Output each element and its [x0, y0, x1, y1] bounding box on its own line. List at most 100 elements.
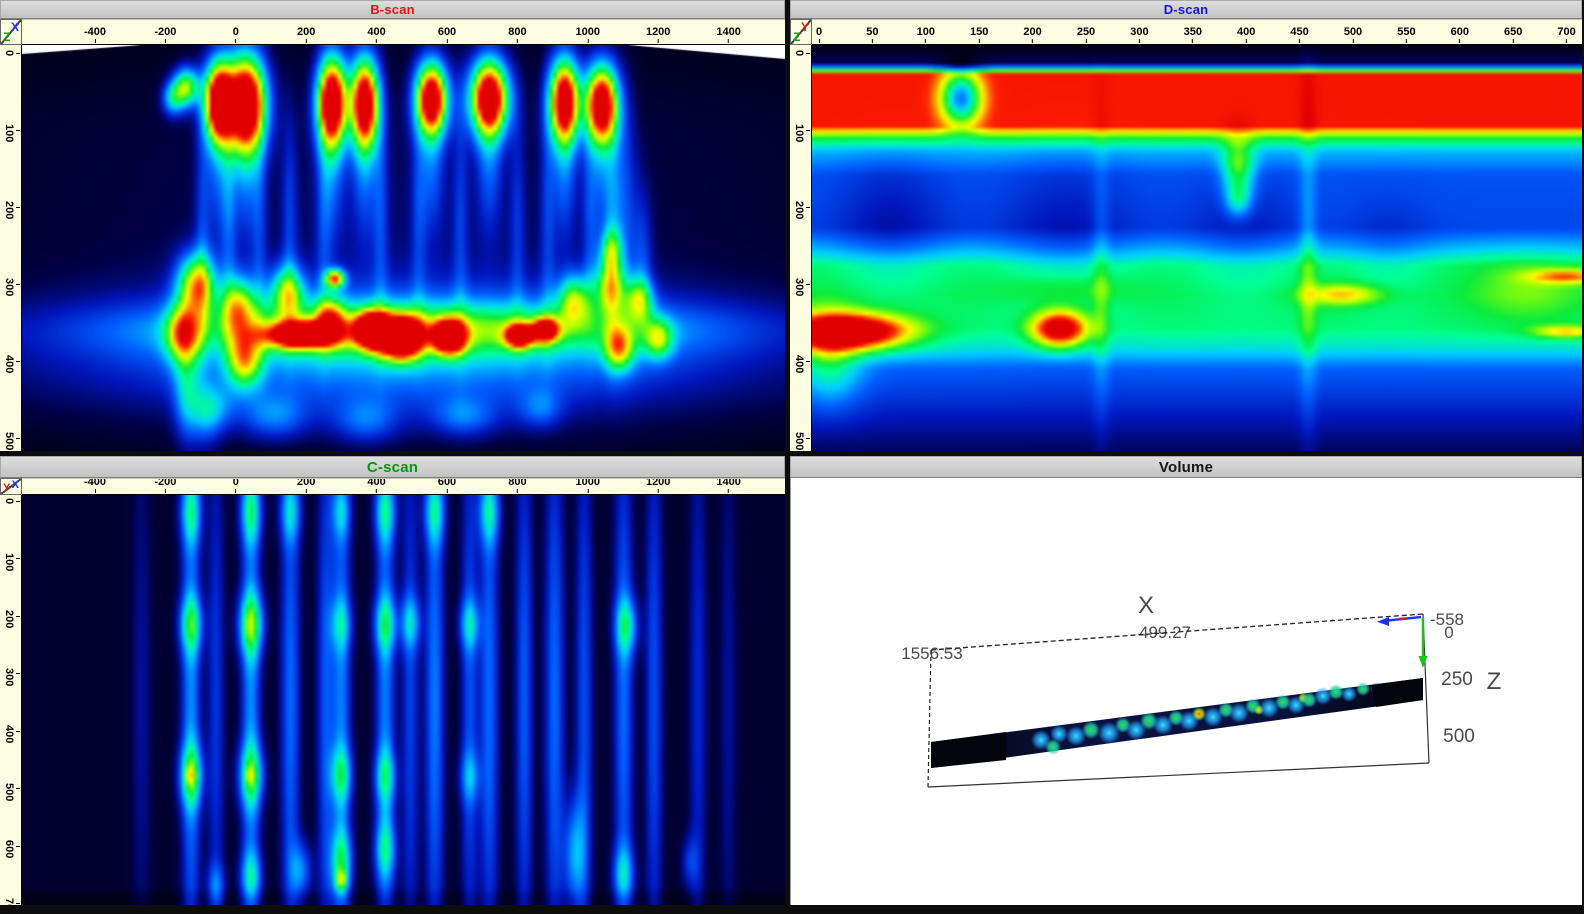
ruler-tick: 400	[367, 26, 385, 43]
tick-label: 400	[3, 725, 15, 737]
tick-label: 0	[233, 478, 239, 488]
volume-box-left-edge	[928, 650, 931, 787]
volume-x-axis-label: X	[1138, 592, 1154, 619]
window-bottom-edge	[0, 905, 1584, 914]
tick-mark	[872, 39, 873, 43]
horizontal-splitter[interactable]	[0, 451, 1584, 456]
tick-label: 250	[1077, 26, 1095, 38]
tick-label: 1200	[646, 478, 670, 488]
tick-mark	[806, 53, 810, 54]
tick-label: 500	[793, 432, 805, 444]
ruler-tick: 500	[3, 783, 20, 795]
tick-mark	[16, 53, 20, 54]
ruler-tick: 400	[3, 355, 20, 367]
tick-mark	[1139, 39, 1140, 43]
tick-label: 0	[3, 495, 15, 507]
ruler-tick: 400	[1237, 26, 1255, 43]
tick-label: 0	[793, 47, 805, 59]
tick-mark	[806, 438, 810, 439]
ruler-tick: 150	[970, 26, 988, 43]
tick-mark	[16, 207, 20, 208]
tick-label: 1000	[576, 26, 600, 38]
tick-label: 0	[233, 26, 239, 38]
tick-label: 0	[3, 47, 15, 59]
tick-label: 550	[1397, 26, 1415, 38]
tick-label: 150	[970, 26, 988, 38]
dscan-axis-corner[interactable]: Y Z	[790, 19, 812, 45]
tick-label: 800	[508, 26, 526, 38]
tick-label: 1400	[716, 26, 740, 38]
tick-mark	[16, 284, 20, 285]
tick-label: 600	[3, 840, 15, 852]
cscan-vertical-ruler[interactable]: 0100200300400500600700	[0, 495, 22, 905]
tick-label: 100	[3, 124, 15, 136]
dscan-horizontal-ruler[interactable]: 0501001502002503003504004505005506006507…	[812, 19, 1582, 45]
ruler-tick: 1200	[646, 478, 670, 493]
tick-label: 300	[3, 668, 15, 680]
ruler-tick: 1400	[716, 26, 740, 43]
tick-mark	[16, 788, 20, 789]
tick-mark	[16, 616, 20, 617]
ruler-tick: -400	[84, 26, 106, 43]
bscan-axis-corner[interactable]: X Z	[0, 19, 22, 45]
dscan-heatmap[interactable]	[812, 45, 1582, 451]
tick-label: 400	[1237, 26, 1255, 38]
tick-label: 700	[3, 898, 15, 906]
tick-label: 1000	[576, 478, 600, 488]
tick-mark	[16, 558, 20, 559]
ruler-tick: 600	[438, 26, 456, 43]
tick-mark	[1406, 39, 1407, 43]
tick-mark	[517, 39, 518, 43]
bscan-vertical-ruler[interactable]: 0100200300400500	[0, 45, 22, 451]
dscan-titlebar: D-scan	[790, 0, 1582, 19]
tick-mark	[446, 39, 447, 43]
ruler-tick: 500	[1344, 26, 1362, 43]
dscan-vertical-ruler[interactable]: 0100200300400500	[790, 45, 812, 451]
tick-label: 400	[367, 26, 385, 38]
ruler-tick: 400	[367, 478, 385, 493]
bscan-heatmap[interactable]	[22, 45, 785, 451]
tick-label: 500	[3, 432, 15, 444]
bscan-titlebar: B-scan	[0, 0, 785, 19]
tick-label: 300	[1130, 26, 1148, 38]
bscan-panel: B-scan X Z -400-200020040060080010001200…	[0, 0, 785, 451]
dscan-title: D-scan	[1164, 2, 1209, 17]
bscan-horizontal-ruler[interactable]: -400-2000200400600800100012001400	[22, 19, 785, 45]
volume-blob	[1045, 739, 1061, 755]
tick-label: 200	[3, 201, 15, 213]
volume-z-min-label: 0	[1444, 623, 1453, 642]
volume-titlebar: Volume	[790, 456, 1582, 478]
tick-label: 300	[793, 278, 805, 290]
ruler-tick: 800	[508, 26, 526, 43]
tick-label: 400	[793, 355, 805, 367]
ruler-tick: 400	[793, 355, 810, 367]
cscan-horizontal-ruler[interactable]: -400-2000200400600800100012001400	[22, 478, 785, 495]
cscan-heatmap[interactable]	[22, 495, 785, 905]
tick-label: 1200	[646, 26, 670, 38]
tick-mark	[1192, 39, 1193, 43]
ruler-tick: 1200	[646, 26, 670, 43]
tick-mark	[16, 731, 20, 732]
ruler-tick: 0	[233, 478, 239, 493]
volume-3d-view[interactable]: 499.27 1556.53 X -558 0 250	[790, 478, 1582, 905]
ruler-tick: -200	[154, 478, 176, 493]
ruler-tick: 500	[3, 432, 20, 444]
tick-label: 400	[3, 355, 15, 367]
ruler-tick: 200	[297, 478, 315, 493]
ruler-tick: 50	[866, 26, 878, 43]
ruler-tick: 600	[3, 840, 20, 852]
volume-z-max-label: 500	[1443, 726, 1475, 747]
tick-mark	[658, 39, 659, 43]
volume-blob	[1341, 686, 1357, 702]
volume-x-axis-arrow	[1377, 617, 1421, 626]
ruler-tick: 500	[793, 432, 810, 444]
ruler-tick: 0	[3, 495, 20, 507]
cscan-axis-corner[interactable]: X Y	[0, 478, 22, 495]
tick-label: 450	[1290, 26, 1308, 38]
ruler-tick: 800	[508, 478, 526, 493]
cscan-panel: C-scan X Y -400-200020040060080010001200…	[0, 456, 785, 905]
ruler-tick: 650	[1504, 26, 1522, 43]
volume-blob	[1356, 682, 1370, 696]
tick-mark	[16, 438, 20, 439]
ruler-tick: -200	[154, 26, 176, 43]
